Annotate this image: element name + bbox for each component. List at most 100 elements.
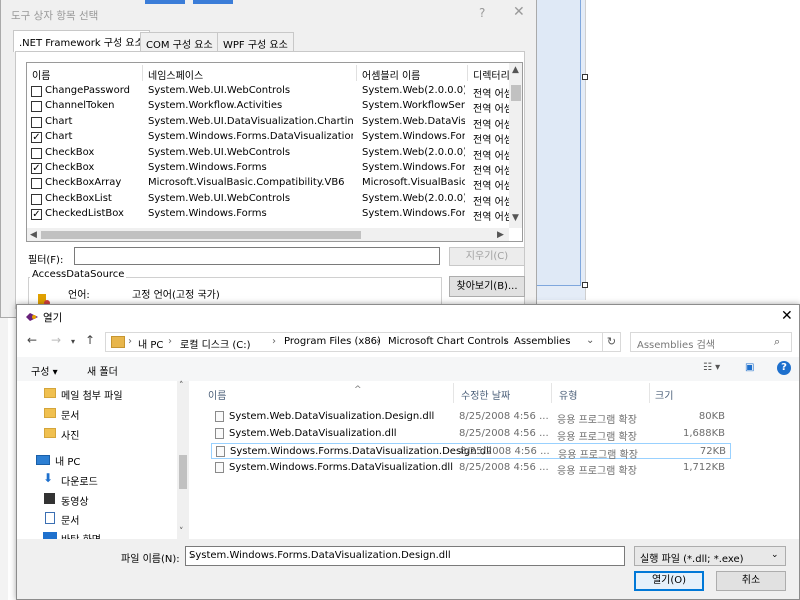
grid-horizontal-scrollbar[interactable]: ◀ ▶ <box>27 228 509 241</box>
scroll-thumb[interactable] <box>41 231 361 239</box>
new-folder-button[interactable]: 새 폴더 <box>87 363 118 378</box>
chevron-down-icon[interactable]: ⌄ <box>189 550 197 561</box>
file-row[interactable]: System.Web.DataVisualization.Design.dll 8… <box>211 409 731 426</box>
component-checkbox[interactable]: ✓ <box>31 163 42 174</box>
open-dialog-title: 열기 <box>43 312 63 324</box>
choose-toolbox-items-dialog: 도구 상자 항목 선택 ? ✕ .NET Framework 구성 요소 COM… <box>0 0 537 318</box>
component-row[interactable]: ✓ CheckedListBox System.Windows.Forms Syste… <box>27 207 509 223</box>
chevron-down-icon[interactable]: ⌄ <box>586 335 594 346</box>
view-options-icon[interactable]: ☷ ▾ <box>703 362 720 373</box>
column-header-directory[interactable]: 디렉터리 <box>473 67 510 82</box>
component-checkbox[interactable]: ✓ <box>31 132 42 144</box>
component-row[interactable]: ChannelToken System.Workflow.Activities Sy… <box>27 99 509 115</box>
column-header-type[interactable]: 유형 <box>559 387 577 402</box>
breadcrumb-chart-controls[interactable]: Microsoft Chart Controls <box>388 336 509 347</box>
component-checkbox[interactable] <box>31 116 42 128</box>
column-header-size[interactable]: 크기 <box>655 387 673 402</box>
breadcrumb-local-disk[interactable]: 로컬 디스크 (C:) <box>180 336 251 351</box>
breadcrumb-this-pc[interactable]: 내 PC <box>138 336 163 351</box>
component-row[interactable]: ✓ Chart System.Windows.Forms.DataVisualiza… <box>27 130 509 146</box>
scroll-thumb[interactable] <box>511 85 521 101</box>
file-type: 응용 프로그램 확장 <box>557 415 637 426</box>
file-size: 1,688KB <box>682 428 725 439</box>
nav-item-documents-2[interactable]: 문서 <box>61 512 79 527</box>
scroll-thumb[interactable] <box>179 455 187 489</box>
refresh-icon[interactable]: ↻ <box>603 332 621 352</box>
nav-item-downloads[interactable]: 다운로드 <box>61 473 98 488</box>
file-type-value: 실행 파일 (*.dll; *.exe) <box>640 554 744 565</box>
address-bar[interactable]: › 내 PC › 로컬 디스크 (C:) › Program Files (x8… <box>105 332 603 352</box>
column-header-name[interactable]: 이름 <box>32 67 50 82</box>
component-checkbox[interactable] <box>31 193 42 205</box>
component-checkbox[interactable]: ✓ <box>31 209 42 221</box>
cell-assembly: System.Windows.For... <box>362 162 465 173</box>
component-row[interactable]: Chart System.Web.UI.DataVisualization.Cha… <box>27 115 509 131</box>
grid-vertical-scrollbar[interactable]: ▲ ▼ <box>509 63 522 228</box>
scroll-left-icon[interactable]: ◀ <box>30 230 37 240</box>
breadcrumb-assemblies[interactable]: Assemblies <box>514 336 570 347</box>
dialog-title: 도구 상자 항목 선택 <box>11 10 99 22</box>
recent-locations-icon[interactable]: ▾ <box>71 337 75 346</box>
column-header-date[interactable]: 수정한 날짜 <box>461 387 510 402</box>
search-input[interactable]: Assemblies 검색 <box>637 336 715 351</box>
nav-item-desktop[interactable]: 바탕 화면 <box>61 531 101 539</box>
nav-item-this-pc[interactable]: 내 PC <box>55 453 80 468</box>
close-button[interactable]: ✕ <box>513 4 525 20</box>
filter-input[interactable] <box>74 247 440 265</box>
component-row[interactable]: ✓ CheckBox System.Windows.Forms System.Wind… <box>27 161 509 177</box>
component-checkbox[interactable] <box>31 86 42 97</box>
resize-handle[interactable] <box>582 74 588 80</box>
tab-wpf[interactable]: WPF 구성 요소 <box>217 32 294 52</box>
component-row[interactable]: ChangePassword System.Web.UI.WebControls S… <box>27 84 509 100</box>
close-button[interactable]: ✕ <box>781 308 793 324</box>
scroll-down-icon[interactable]: ▼ <box>512 213 519 223</box>
cell-namespace: System.Windows.Forms <box>148 162 267 173</box>
back-icon[interactable]: ← <box>27 333 37 347</box>
file-row[interactable]: System.Windows.Forms.DataVisualization.d… <box>211 460 731 477</box>
component-checkbox[interactable] <box>31 147 42 159</box>
clear-button[interactable]: 지우기(C) <box>449 247 525 266</box>
scroll-up-icon[interactable]: ˄ <box>179 381 184 391</box>
navigation-scrollbar[interactable]: ˄ ˅ <box>177 381 189 539</box>
file-name: System.Web.DataVisualization.Design.dll <box>229 411 435 422</box>
component-row[interactable]: CheckBoxArray Microsoft.VisualBasic.Compa… <box>27 176 509 192</box>
navigation-pane[interactable]: 메일 첨부 파일 문서 사진 내 PC ⬇ 다운로드 동영상 문서 바탕 화면 <box>17 381 189 539</box>
file-row[interactable]: System.Windows.Forms.DataVisualization.D… <box>211 443 731 461</box>
nav-item-mail-attachments[interactable]: 메일 첨부 파일 <box>61 387 123 402</box>
column-header-name[interactable]: ^ 이름 <box>208 385 362 402</box>
column-header-namespace[interactable]: 네임스페이스 <box>148 67 203 82</box>
breadcrumb-program-files[interactable]: Program Files (x86) <box>284 336 381 347</box>
scroll-up-icon[interactable]: ▲ <box>512 65 519 75</box>
help-icon[interactable]: ? <box>777 361 791 375</box>
file-type-select[interactable]: 실행 파일 (*.dll; *.exe) ⌄ <box>634 546 786 566</box>
resize-handle[interactable] <box>582 282 588 288</box>
filename-value[interactable]: System.Windows.Forms.DataVisualization.D… <box>189 550 451 561</box>
column-header-assembly[interactable]: 어셈블리 이름 <box>362 67 420 82</box>
tab-com[interactable]: COM 구성 요소 <box>140 32 219 52</box>
component-row[interactable]: CheckBox System.Web.UI.WebControls System.… <box>27 146 509 162</box>
file-row[interactable]: System.Web.DataVisualization.dll 8/25/200… <box>211 426 731 443</box>
scroll-right-icon[interactable]: ▶ <box>497 230 504 240</box>
file-name: System.Web.DataVisualization.dll <box>229 428 397 439</box>
nav-item-pictures[interactable]: 사진 <box>61 427 79 442</box>
components-grid[interactable]: 이름 네임스페이스 어셈블리 이름 디렉터리 ChangePassword Sys… <box>26 62 523 242</box>
search-box[interactable]: Assemblies 검색 ⌕ <box>630 332 792 352</box>
organize-button[interactable]: 구성 ▾ <box>31 363 58 378</box>
cell-name: CheckedListBox <box>45 208 124 220</box>
component-checkbox[interactable] <box>31 178 42 190</box>
scroll-down-icon[interactable]: ˅ <box>179 527 184 537</box>
forward-icon[interactable]: → <box>51 333 61 347</box>
open-button[interactable]: 열기(O) <box>634 571 704 591</box>
filename-input[interactable]: System.Windows.Forms.DataVisualization.D… <box>185 546 625 566</box>
up-icon[interactable]: ↑ <box>85 333 95 347</box>
browse-button[interactable]: 찾아보기(B)... <box>449 276 525 297</box>
tab-net-framework[interactable]: .NET Framework 구성 요소 <box>13 30 150 52</box>
cancel-button[interactable]: 취소 <box>716 571 786 591</box>
component-row[interactable]: CheckBoxList System.Web.UI.WebControls Sys… <box>27 192 509 208</box>
component-checkbox[interactable] <box>31 101 42 113</box>
nav-item-videos[interactable]: 동영상 <box>61 493 89 508</box>
help-button[interactable]: ? <box>479 6 485 20</box>
preview-pane-icon[interactable]: ▣ <box>745 362 754 373</box>
nav-item-documents[interactable]: 문서 <box>61 407 79 422</box>
file-list[interactable]: ^ 이름 수정한 날짜 유형 크기 System.Web.DataVisualiz… <box>193 381 799 539</box>
